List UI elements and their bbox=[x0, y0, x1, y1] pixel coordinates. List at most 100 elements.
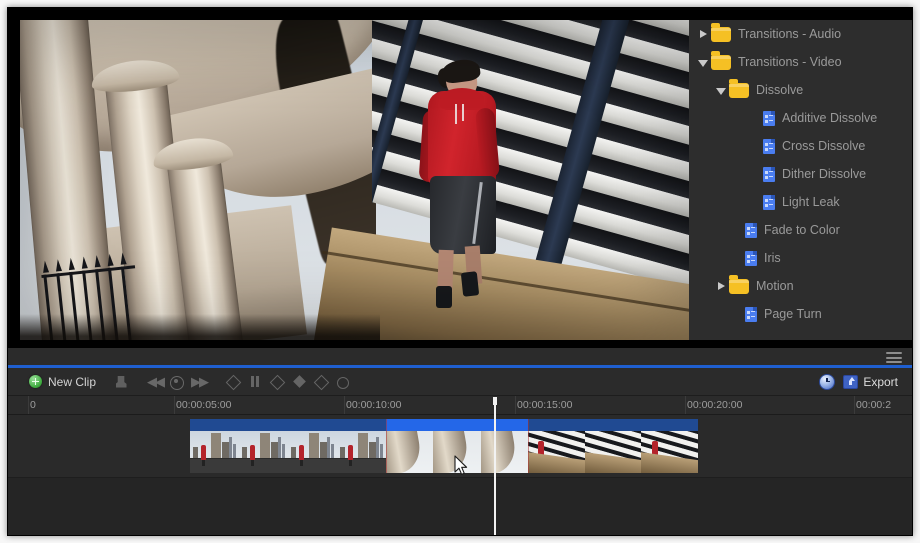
stamp-icon[interactable] bbox=[113, 374, 129, 390]
timeline-clip[interactable] bbox=[528, 419, 698, 473]
fast-forward-icon[interactable]: ▶▶ bbox=[191, 374, 209, 390]
black-shorts bbox=[430, 176, 496, 254]
tree-item-label: Additive Dissolve bbox=[782, 111, 878, 125]
app-root: Transitions - Audio Transitions - Video Di… bbox=[0, 0, 920, 543]
clip-boundary bbox=[528, 419, 529, 473]
keyframe-hollow-icon[interactable] bbox=[269, 374, 285, 391]
tree-item-page-turn[interactable]: Page Turn bbox=[689, 300, 912, 328]
tree-item-transitions-video[interactable]: Transitions - Video bbox=[689, 48, 912, 76]
clip-thumbnail bbox=[288, 431, 337, 473]
split-icon[interactable] bbox=[247, 374, 263, 390]
plus-circle-icon bbox=[29, 375, 42, 388]
folder-icon bbox=[711, 51, 731, 70]
ruler-tickmark bbox=[344, 396, 345, 414]
tree-item-label: Motion bbox=[756, 279, 794, 293]
ruler-tick-label: 00:00:05:00 bbox=[176, 399, 232, 411]
tree-item-transitions-audio[interactable]: Transitions - Audio bbox=[689, 20, 912, 48]
ruler-tickmark bbox=[854, 396, 855, 414]
effects-tree[interactable]: Transitions - Audio Transitions - Video Di… bbox=[689, 20, 912, 328]
clip-thumbnail bbox=[190, 431, 239, 473]
ruler-tick-label: 00:00:20:00 bbox=[687, 399, 743, 411]
clip-boundary bbox=[386, 419, 387, 473]
rewind-icon[interactable]: ◀◀ bbox=[147, 374, 165, 390]
clock-icon[interactable] bbox=[819, 373, 836, 390]
ruler-tick-label: 00:00:10:00 bbox=[346, 399, 402, 411]
export-icon[interactable] bbox=[843, 374, 859, 389]
column-band bbox=[24, 129, 101, 169]
tree-item-label: Transitions - Video bbox=[738, 55, 842, 69]
hamburger-icon[interactable] bbox=[886, 352, 902, 363]
tree-item-dissolve[interactable]: Dissolve bbox=[689, 76, 912, 104]
column-band bbox=[177, 243, 235, 283]
folder-icon bbox=[711, 23, 731, 42]
clip-thumbnail bbox=[239, 431, 288, 473]
clip-thumbnail bbox=[584, 431, 642, 473]
chevron-right-icon[interactable] bbox=[713, 272, 729, 300]
panel-splitter[interactable] bbox=[8, 348, 912, 365]
effect-doc-icon bbox=[763, 110, 775, 126]
tree-item-additive-dissolve[interactable]: Additive Dissolve bbox=[689, 104, 912, 132]
program-monitor[interactable] bbox=[20, 20, 689, 340]
keyframe-solid-icon[interactable] bbox=[291, 374, 307, 390]
tree-item-label: Cross Dissolve bbox=[782, 139, 866, 153]
mouse-pointer bbox=[454, 455, 468, 476]
ruler-tick-label: 00:00:15:00 bbox=[517, 399, 573, 411]
keyframe-hollow-icon[interactable] bbox=[313, 374, 329, 391]
timeline-toolbar-right: Export bbox=[819, 368, 898, 395]
effects-browser-panel[interactable]: Transitions - Audio Transitions - Video Di… bbox=[689, 20, 912, 340]
ruler-tickmark bbox=[174, 396, 175, 414]
timeline-clip[interactable] bbox=[190, 419, 386, 473]
folder-icon bbox=[729, 275, 749, 294]
tree-item-label: Fade to Color bbox=[764, 223, 840, 237]
clip-thumbnail bbox=[528, 431, 585, 473]
clip-thumbnail bbox=[337, 431, 386, 473]
ruler-tick-label: 00:00:2 bbox=[856, 399, 892, 411]
clip-header[interactable] bbox=[190, 419, 386, 431]
effect-doc-icon bbox=[745, 306, 757, 322]
export-label[interactable]: Export bbox=[863, 375, 898, 389]
ruler-tickmark bbox=[515, 396, 516, 414]
tree-item-light-leak[interactable]: Light Leak bbox=[689, 188, 912, 216]
new-clip-button[interactable]: New Clip bbox=[29, 375, 96, 389]
chevron-down-icon[interactable] bbox=[713, 76, 729, 104]
tree-item-label: Iris bbox=[764, 251, 781, 265]
clip-thumbnail bbox=[386, 431, 434, 473]
tree-item-label: Dissolve bbox=[756, 83, 804, 97]
folder-icon bbox=[729, 79, 749, 98]
playhead[interactable] bbox=[494, 397, 496, 535]
clip-filmstrip bbox=[528, 431, 698, 473]
tree-item-motion[interactable]: Motion bbox=[689, 272, 912, 300]
clip-thumbnail bbox=[641, 431, 698, 473]
ruler-tick-label: 0 bbox=[30, 399, 36, 411]
clip-filmstrip bbox=[190, 431, 386, 473]
playhead-handle[interactable] bbox=[493, 397, 497, 405]
effect-doc-icon bbox=[745, 222, 757, 238]
record-icon[interactable] bbox=[169, 374, 185, 390]
person-figure bbox=[418, 57, 518, 314]
tree-item-label: Page Turn bbox=[764, 307, 822, 321]
tree-item-dither-dissolve[interactable]: Dither Dissolve bbox=[689, 160, 912, 188]
circle-outline-icon[interactable] bbox=[335, 374, 351, 390]
keyframe-hollow-icon[interactable] bbox=[225, 374, 241, 391]
viewer-area: Transitions - Audio Transitions - Video Di… bbox=[20, 20, 912, 348]
clip-header[interactable] bbox=[386, 419, 528, 431]
timeline-ruler[interactable]: 0 00:00:05:00 00:00:10:00 00:00:15:00 00:00:… bbox=[8, 396, 912, 415]
chevron-right-icon[interactable] bbox=[695, 20, 711, 48]
timeline-panel[interactable]: New Clip ◀◀ ▶▶ Export 0 00:00:05:00 00:0… bbox=[8, 368, 912, 535]
clip-header[interactable] bbox=[528, 419, 698, 431]
tree-item-cross-dissolve[interactable]: Cross Dissolve bbox=[689, 132, 912, 160]
ruler-tickmark bbox=[28, 396, 29, 414]
tree-item-fade-to-color[interactable]: Fade to Color bbox=[689, 216, 912, 244]
effect-doc-icon bbox=[745, 250, 757, 266]
effect-doc-icon bbox=[763, 166, 775, 182]
editor-window: Transitions - Audio Transitions - Video Di… bbox=[8, 8, 912, 535]
chevron-down-icon[interactable] bbox=[695, 48, 711, 76]
tree-item-label: Dither Dissolve bbox=[782, 167, 867, 181]
tree-item-iris[interactable]: Iris bbox=[689, 244, 912, 272]
